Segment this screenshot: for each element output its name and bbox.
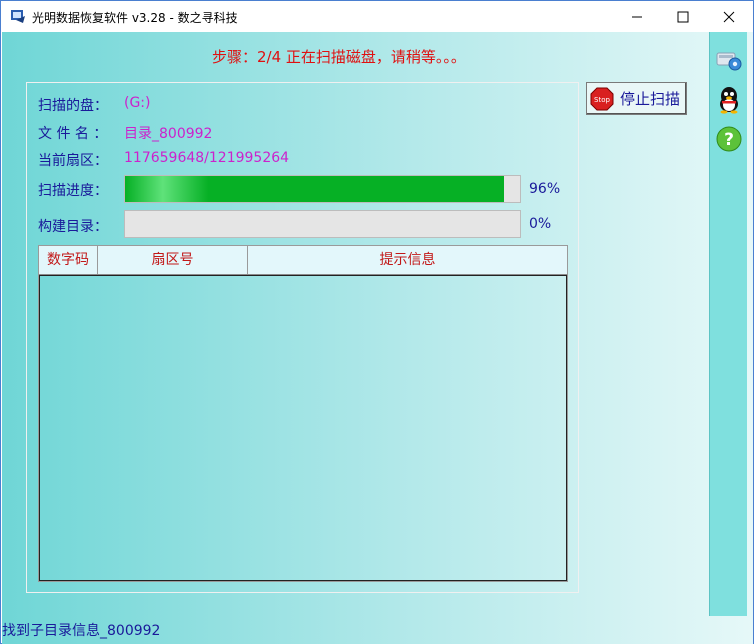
column-header-sector[interactable]: 扇区号 — [98, 246, 248, 274]
disk-label: 扫描的盘： — [38, 98, 108, 114]
file-name-value: 目录_800992 — [124, 126, 213, 142]
title-bar: 光明数据恢复软件 v3.28 - 数之寻科技 — [1, 1, 753, 32]
scan-progress-fill — [125, 176, 505, 202]
svg-text:?: ? — [724, 130, 734, 150]
scan-progress-percent: 96% — [529, 181, 561, 197]
scan-progress-bar — [124, 175, 521, 203]
app-icon — [11, 10, 25, 23]
scan-progress-label: 扫描进度： — [38, 183, 108, 199]
column-header-code[interactable]: 数字码 — [39, 246, 98, 274]
build-directory-label: 构建目录： — [38, 219, 108, 235]
scan-panel: 扫描的盘： (G:) 文 件 名 ： 目录_800992 当前扇区： 11765… — [26, 82, 579, 593]
list-body[interactable] — [39, 275, 567, 581]
step-status: 步骤：2/4 正在扫描磁盘，请稍等。。。 — [212, 48, 466, 66]
stop-icon: Stop — [590, 87, 614, 110]
stop-scan-label: 停止扫描 — [620, 90, 681, 108]
stop-scan-button[interactable]: Stop 停止扫描 — [586, 82, 687, 115]
maximize-button[interactable] — [660, 1, 706, 32]
right-sidebar: ? — [709, 32, 747, 616]
maximize-icon — [677, 11, 689, 22]
list-header: 数字码 扇区号 提示信息 — [39, 246, 567, 275]
window-title: 光明数据恢复软件 v3.28 - 数之寻科技 — [32, 11, 238, 25]
disk-value: (G:) — [124, 95, 151, 111]
help-icon[interactable]: ? — [714, 124, 744, 154]
settings-icon[interactable] — [714, 44, 744, 74]
build-directory-percent: 0% — [529, 216, 552, 232]
build-directory-bar — [124, 210, 521, 238]
minimize-icon — [632, 16, 642, 17]
result-list[interactable]: 数字码 扇区号 提示信息 — [38, 245, 568, 582]
file-name-label: 文 件 名 ： — [38, 126, 108, 142]
close-button[interactable] — [706, 1, 752, 32]
stop-icon-text: Stop — [594, 96, 610, 104]
current-sector-value: 117659648/121995264 — [124, 150, 290, 166]
app-window: 光明数据恢复软件 v3.28 - 数之寻科技 步骤：2/4 正在扫描磁盘，请稍等… — [0, 0, 754, 644]
close-icon — [723, 11, 735, 22]
minimize-button[interactable] — [614, 1, 660, 32]
column-header-info[interactable]: 提示信息 — [248, 246, 567, 274]
current-sector-label: 当前扇区： — [38, 153, 108, 169]
status-bar-text: 找到子目录信息_800992 — [2, 623, 161, 639]
qq-icon[interactable] — [714, 84, 744, 114]
client-area: 步骤：2/4 正在扫描磁盘，请稍等。。。 扫描的盘： (G:) 文 件 名 ： … — [2, 32, 753, 644]
